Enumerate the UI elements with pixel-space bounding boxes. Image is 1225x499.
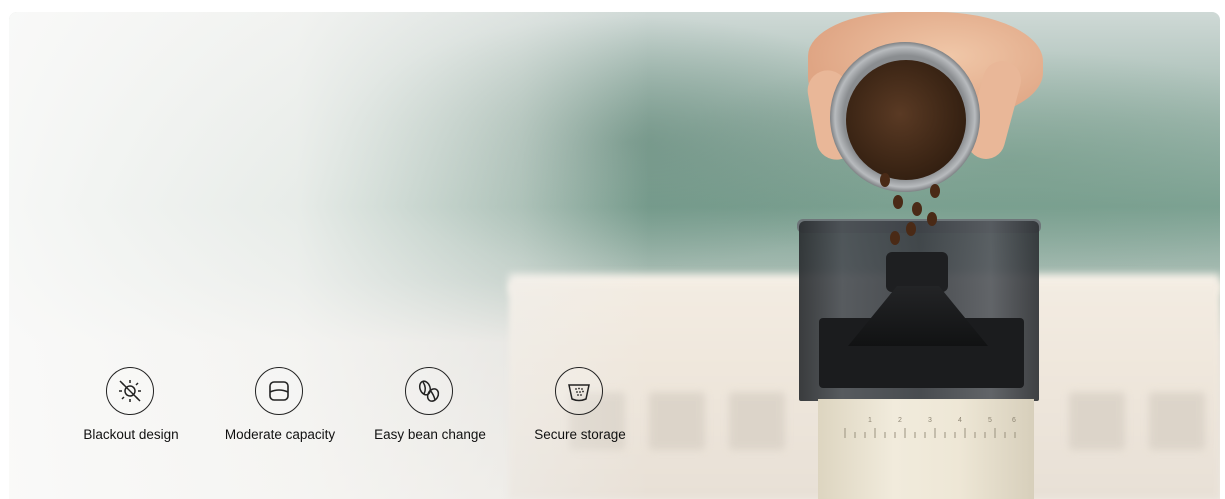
feature-item: Blackout design	[56, 367, 206, 447]
scale-label: 4	[958, 417, 962, 424]
feature-item: Secure storage	[505, 367, 655, 447]
scale-label: 6	[1012, 417, 1016, 424]
feature-item: Easy bean change	[355, 367, 505, 447]
grind-scale: 1 2 3 4 5 6	[844, 417, 1016, 438]
feature-item: Moderate capacity	[205, 367, 355, 447]
feature-label: Secure storage	[534, 427, 626, 442]
falling-bean	[880, 173, 890, 187]
bean-cup-beans	[846, 60, 966, 180]
falling-bean	[912, 202, 922, 216]
scale-label: 3	[928, 417, 932, 424]
feature-label: Moderate capacity	[224, 427, 336, 442]
building-window	[1069, 392, 1125, 450]
building-window	[649, 392, 705, 450]
falling-bean	[906, 222, 916, 236]
feature-label: Easy bean change	[374, 427, 486, 442]
coffee-beans-icon	[405, 367, 453, 415]
building-window	[1149, 392, 1205, 450]
scale-label: 2	[898, 417, 902, 424]
scale-label: 5	[988, 417, 992, 424]
blackout-sun-icon	[106, 367, 154, 415]
storage-bowl-icon	[555, 367, 603, 415]
falling-bean	[893, 195, 903, 209]
feature-label: Blackout design	[83, 427, 179, 442]
scale-label: 1	[868, 417, 872, 424]
falling-bean	[890, 231, 900, 245]
falling-bean	[930, 184, 940, 198]
feature-list: Blackout design Moderate capacity Easy b…	[68, 367, 648, 457]
building-window	[729, 392, 785, 450]
falling-bean	[927, 212, 937, 226]
capacity-container-icon	[255, 367, 303, 415]
